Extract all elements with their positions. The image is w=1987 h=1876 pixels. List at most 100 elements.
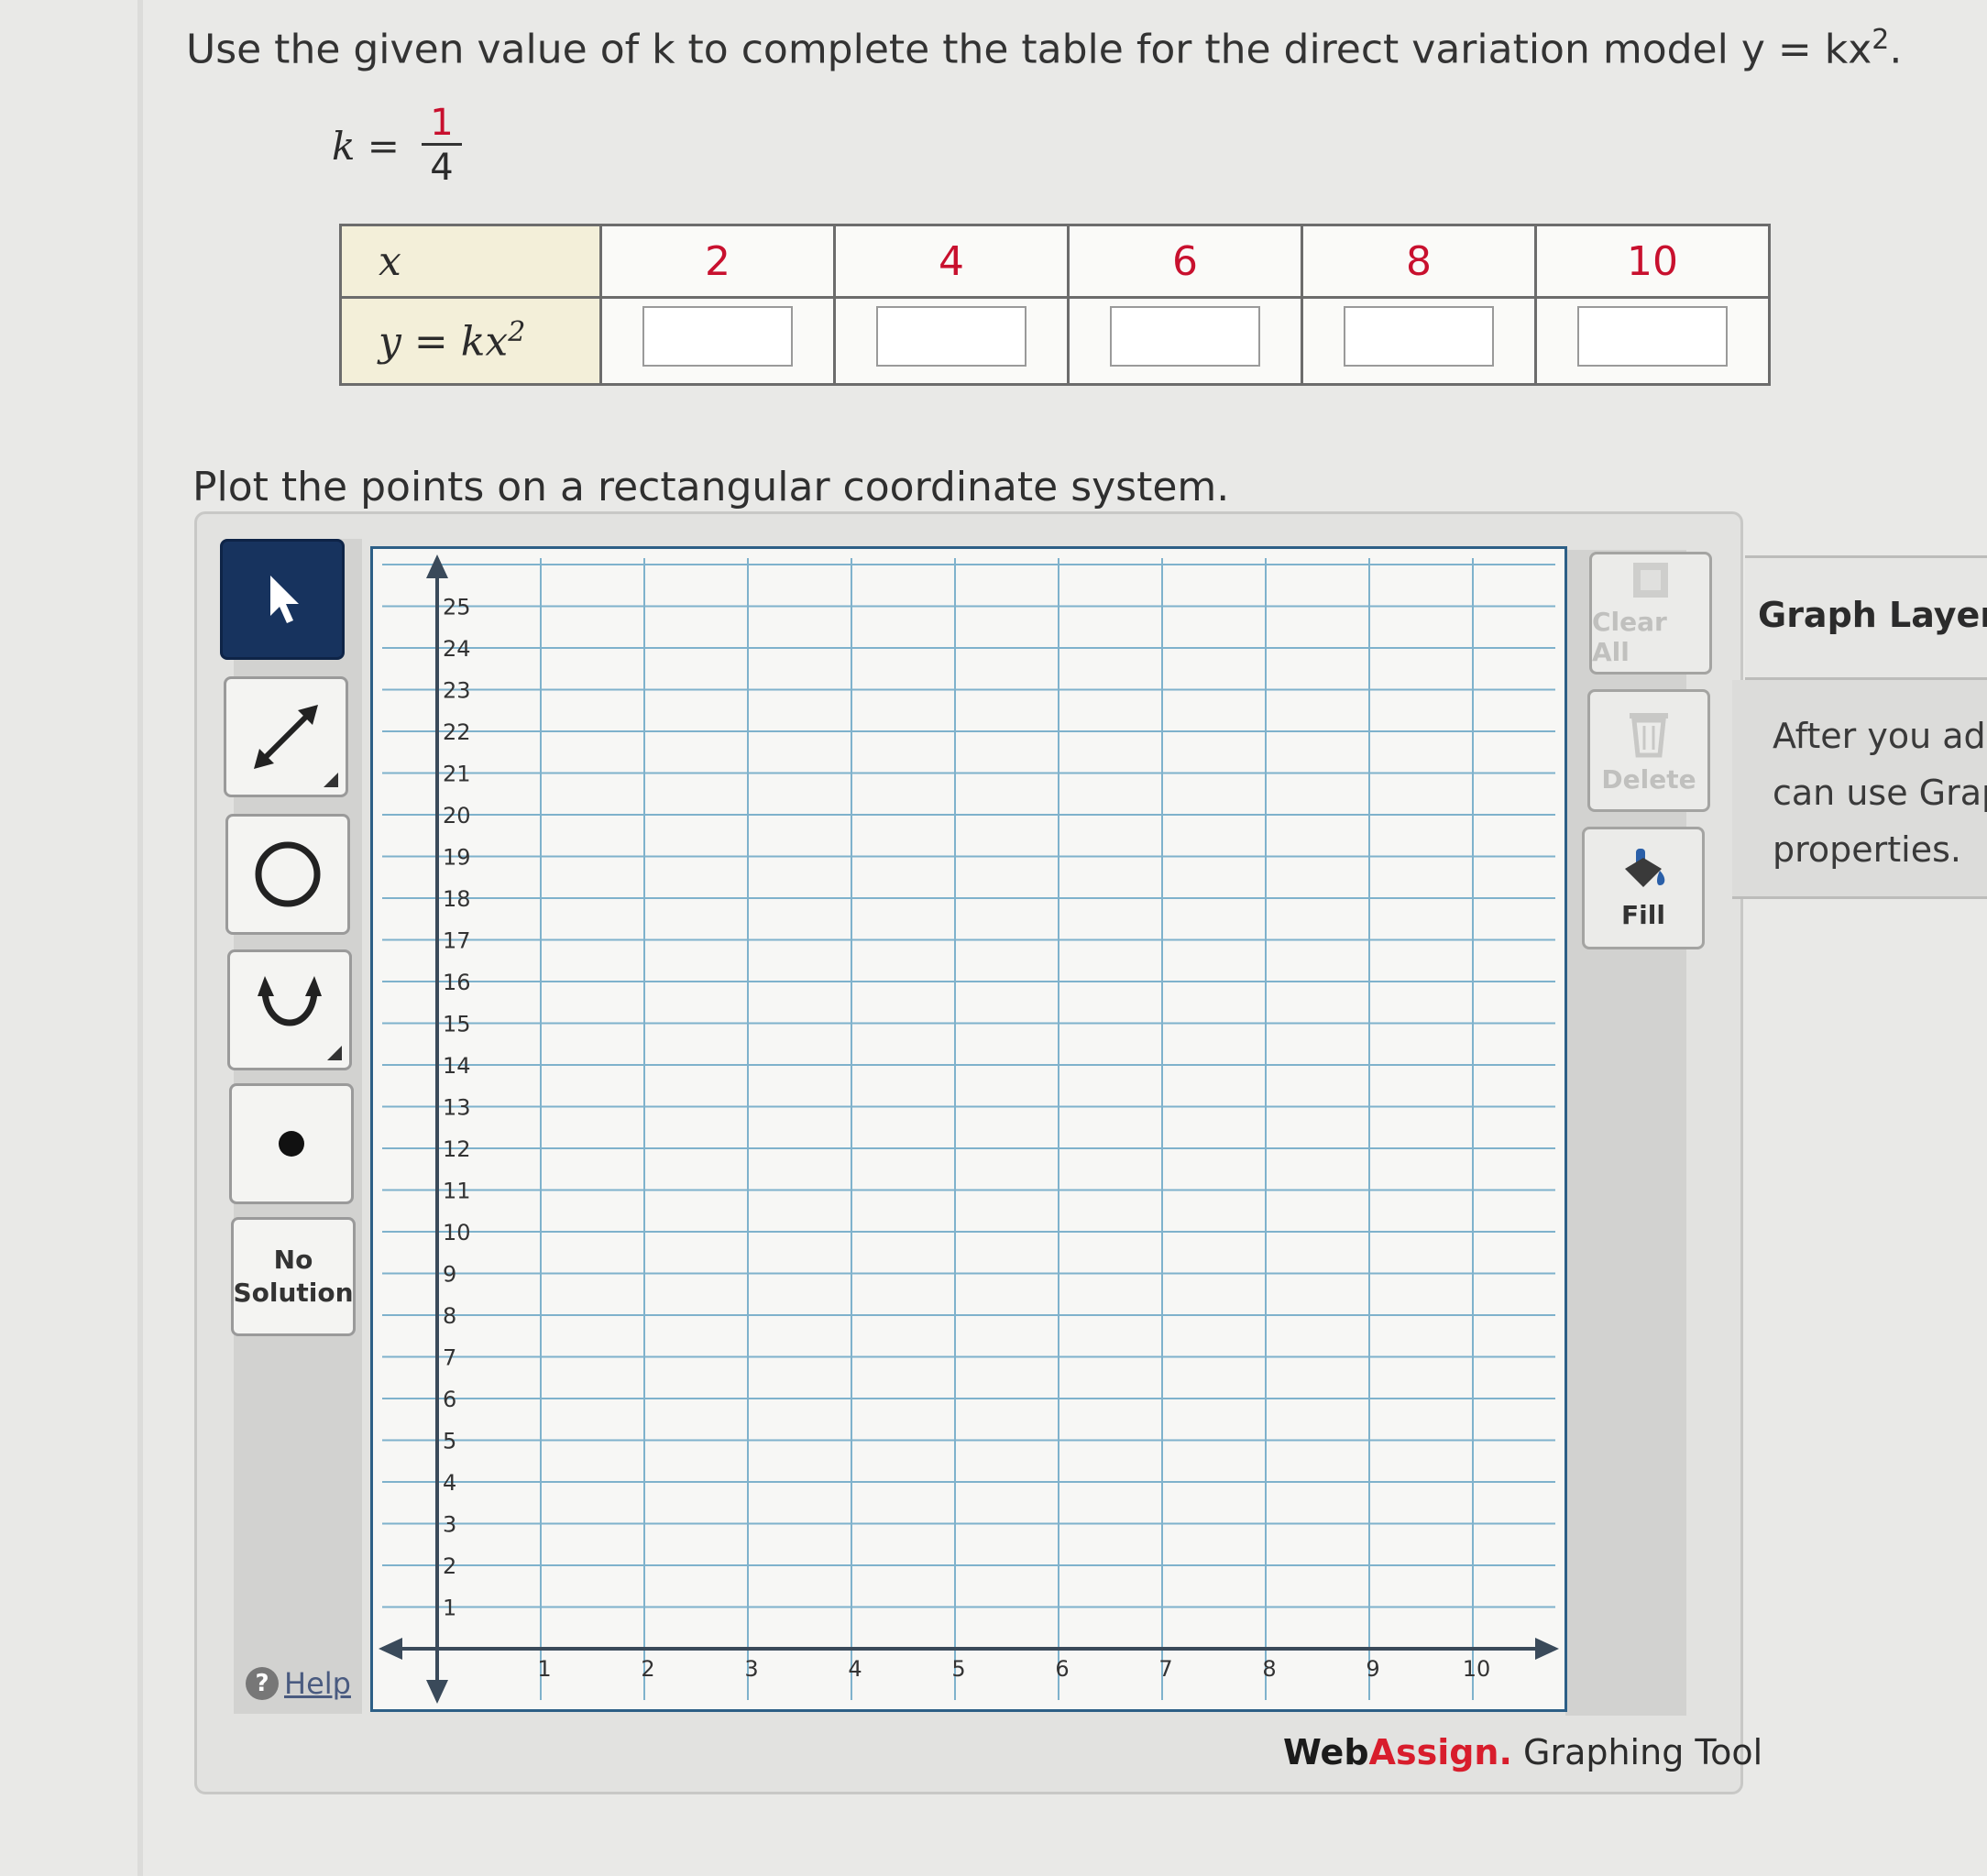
x-tick-label: 5 bbox=[951, 1656, 965, 1682]
k-fraction: 1 4 bbox=[422, 103, 462, 190]
coordinate-grid[interactable]: 1 2 3 4 5 6 7 8 9 1012345678910111213141516171819… bbox=[373, 549, 1564, 1709]
select-tool-button[interactable] bbox=[220, 539, 345, 660]
y-tick-label: 5 bbox=[443, 1429, 456, 1454]
fill-label: Fill bbox=[1621, 899, 1665, 930]
question-prompt: Use the given value of k to complete the… bbox=[186, 24, 1902, 73]
graph-canvas[interactable]: 1 2 3 4 5 6 7 8 9 10 1 2 3 4 5 6 7 8 9 10 11 12 13 14 15 16 17 18 19… bbox=[370, 546, 1567, 1712]
k-numerator: 1 bbox=[430, 102, 454, 144]
circle-tool-button[interactable] bbox=[225, 814, 350, 935]
table-row-y: y = kx2 bbox=[339, 296, 1771, 386]
y-answer-input[interactable] bbox=[1577, 305, 1728, 367]
help-link[interactable]: ? Help bbox=[246, 1666, 351, 1701]
trash-icon bbox=[1630, 712, 1668, 757]
clear-all-label: Clear All bbox=[1592, 607, 1667, 667]
y-tick-label: 22 bbox=[443, 719, 471, 745]
brand-assign: Assign. bbox=[1368, 1732, 1512, 1772]
y-tick-label: 21 bbox=[443, 762, 471, 787]
x-axis-arrow-right bbox=[1535, 1638, 1559, 1660]
y-header: y = kx2 bbox=[339, 296, 602, 386]
y-tick-label: 25 bbox=[443, 595, 471, 620]
y-axis-arrow-up bbox=[426, 554, 448, 578]
line-arrow-icon bbox=[254, 705, 318, 769]
fill-button[interactable]: Fill bbox=[1582, 827, 1705, 949]
y-cell bbox=[599, 296, 836, 386]
no-solution-label: No Solution bbox=[233, 1244, 353, 1310]
layers-line: After you add bbox=[1773, 716, 1987, 756]
x-tick-label: 10 bbox=[1463, 1656, 1491, 1682]
x-tick-label: 8 bbox=[1262, 1656, 1276, 1682]
delete-button[interactable]: Delete bbox=[1587, 689, 1710, 812]
dropdown-corner-icon bbox=[327, 1046, 342, 1060]
parabola-tool-button[interactable] bbox=[227, 949, 352, 1070]
y-tick-label: 14 bbox=[443, 1053, 471, 1079]
x-tick-label: 9 bbox=[1366, 1656, 1379, 1682]
no-solution-line-1: No bbox=[273, 1245, 313, 1275]
x-tick-label: 1 bbox=[537, 1656, 551, 1682]
x-header: x bbox=[339, 224, 602, 299]
x-tick-label: 2 bbox=[641, 1656, 654, 1682]
y-tick-label: 24 bbox=[443, 636, 471, 662]
y-tick-label: 23 bbox=[443, 678, 471, 704]
page-edge bbox=[137, 0, 143, 1876]
y-tick-label: 6 bbox=[443, 1387, 456, 1412]
x-tick-label: 3 bbox=[744, 1656, 758, 1682]
graph-layers-text: After you add can use Grap properties. bbox=[1773, 708, 1987, 878]
plot-instruction: Plot the points on a rectangular coordin… bbox=[192, 464, 1230, 510]
x-tick-label: 4 bbox=[848, 1656, 862, 1682]
circle-icon bbox=[255, 841, 321, 907]
x-value: 2 bbox=[599, 224, 836, 299]
y-tick-label: 8 bbox=[443, 1303, 456, 1329]
help-label: Help bbox=[284, 1666, 351, 1701]
y-tick-label: 2 bbox=[443, 1553, 456, 1579]
no-solution-button[interactable]: No Solution bbox=[231, 1217, 356, 1336]
y-tick-label: 10 bbox=[443, 1220, 471, 1245]
k-value: k = 1 4 bbox=[332, 103, 462, 190]
y-tick-label: 4 bbox=[443, 1470, 456, 1496]
parabola-icon bbox=[258, 976, 322, 1026]
y-tick-label: 17 bbox=[443, 928, 471, 954]
x-axis-arrow-left bbox=[379, 1638, 402, 1660]
y-tick-label: 16 bbox=[443, 970, 471, 995]
y-cell bbox=[833, 296, 1070, 386]
delete-label: Delete bbox=[1601, 763, 1696, 795]
prompt-text: Use the given value of k to complete the… bbox=[186, 26, 1872, 73]
y-tick-label: 1 bbox=[443, 1596, 456, 1621]
x-value: 4 bbox=[833, 224, 1070, 299]
table-row-x: x 2 4 6 8 10 bbox=[339, 224, 1771, 299]
y-tick-label: 18 bbox=[443, 886, 471, 912]
point-tool-button[interactable] bbox=[229, 1083, 354, 1204]
y-cell bbox=[1301, 296, 1537, 386]
x-value: 6 bbox=[1067, 224, 1303, 299]
y-answer-input[interactable] bbox=[1344, 305, 1494, 367]
dropdown-corner-icon bbox=[324, 773, 338, 787]
layers-line: can use Grap bbox=[1773, 773, 1987, 813]
help-icon: ? bbox=[246, 1667, 279, 1700]
line-tool-button[interactable] bbox=[224, 676, 348, 797]
x-value: 8 bbox=[1301, 224, 1537, 299]
webassign-brand: WebAssign. Graphing Tool bbox=[1283, 1732, 1762, 1772]
brand-web: Web bbox=[1283, 1732, 1369, 1772]
y-axis-arrow-down bbox=[426, 1680, 448, 1704]
k-label: k = bbox=[332, 124, 400, 169]
x-tick-label: 7 bbox=[1158, 1656, 1172, 1682]
y-answer-input[interactable] bbox=[642, 305, 793, 367]
prompt-end: . bbox=[1889, 26, 1903, 73]
y-tick-label: 19 bbox=[443, 845, 471, 871]
brand-tool: Graphing Tool bbox=[1511, 1732, 1763, 1772]
y-answer-input[interactable] bbox=[876, 305, 1026, 367]
prompt-exponent: 2 bbox=[1872, 24, 1890, 56]
y-tick-label: 12 bbox=[443, 1136, 471, 1162]
pointer-icon bbox=[270, 576, 299, 623]
y-tick-label: 15 bbox=[443, 1012, 471, 1037]
y-header-text: y = kx bbox=[379, 318, 509, 366]
y-tick-label: 20 bbox=[443, 803, 471, 828]
x-tick-label: 6 bbox=[1055, 1656, 1069, 1682]
y-answer-input[interactable] bbox=[1110, 305, 1260, 367]
graph-layers-header[interactable]: Graph Layers bbox=[1745, 555, 1987, 680]
graph-layers-title: Graph Layers bbox=[1758, 595, 1987, 635]
y-cell bbox=[1067, 296, 1303, 386]
no-solution-line-2: Solution bbox=[233, 1278, 354, 1308]
clear-all-button[interactable]: Clear All bbox=[1589, 552, 1712, 675]
point-icon bbox=[279, 1131, 304, 1157]
paint-bucket-icon bbox=[1625, 848, 1665, 887]
